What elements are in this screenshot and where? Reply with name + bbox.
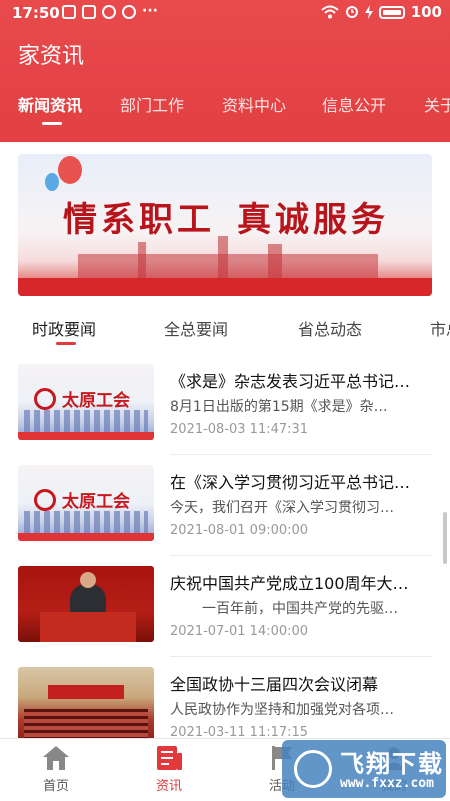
news-title: 庆祝中国共产党成立100周年大…: [170, 574, 409, 593]
banner-carousel[interactable]: 情系职工 真诚服务: [18, 154, 432, 296]
news-divider: [170, 555, 432, 556]
podium-graphic: [40, 612, 136, 642]
news-summary: 人民政协作为坚持和加强党对各项…: [170, 702, 394, 718]
skyline-graphic: [24, 410, 148, 432]
subtab-city-news[interactable]: 市总: [430, 316, 450, 340]
banner-slogan: 情系职工 真诚服务: [63, 192, 389, 241]
news-title: 《求是》杂志发表习近平总书记…: [170, 372, 411, 391]
hall-seats-graphic: [24, 709, 148, 739]
news-summary: 一百年前，中国共产党的先驱…: [202, 601, 398, 617]
hall-banner-graphic: [48, 685, 124, 699]
active-subtab-indicator: [56, 342, 76, 345]
nav-news[interactable]: 资讯: [139, 745, 199, 794]
thumbnail-caption: 太原工会: [62, 492, 130, 512]
thumbnail-caption: 太原工会: [62, 391, 130, 411]
status-time: 17:50: [12, 4, 60, 22]
status-system-icons: 100: [321, 3, 442, 21]
thumbnail-red-band: [18, 533, 154, 541]
site-watermark: 飞翔下载 www.fxxz.com: [282, 740, 446, 798]
nav-home[interactable]: 首页: [26, 745, 86, 794]
news-date: 2021-08-03 11:47:31: [170, 422, 309, 437]
union-logo-icon: [34, 388, 56, 410]
chat-notification-icon: [122, 5, 136, 19]
news-divider: [170, 454, 432, 455]
main-content: 情系职工真诚服务 时政要闻 全总要闻 省总动态 市总 太原工会 《求是》杂志发表…: [0, 142, 450, 743]
wifi-icon: [321, 5, 339, 19]
tab-about[interactable]: 关于: [424, 92, 450, 116]
tab-news[interactable]: 新闻资讯: [18, 92, 82, 116]
app-title: 家资讯: [18, 44, 85, 69]
active-tab-indicator: [42, 122, 62, 125]
mail-notification-icon: [82, 5, 96, 19]
home-icon: [43, 746, 69, 770]
news-date: 2021-07-01 14:00:00: [170, 624, 309, 639]
watermark-url: www.fxxz.com: [340, 776, 434, 791]
nav-label: 资讯: [155, 779, 182, 794]
watermark-title: 飞翔下载: [340, 750, 444, 778]
nav-label: 首页: [42, 779, 69, 794]
news-summary: 今天，我们召开《深入学习贯彻习…: [170, 500, 394, 516]
news-item[interactable]: 太原工会 在《深入学习贯彻习近平总书记… 今天，我们召开《深入学习贯彻习… 20…: [0, 465, 450, 565]
news-item[interactable]: 庆祝中国共产党成立100周年大… 一百年前，中国共产党的先驱… 2021-07-…: [0, 566, 450, 666]
app-header: 17:50 ··· 100 家资讯 新闻资讯 部门工作 资料中心 信息公开 关于: [0, 0, 450, 142]
subtab-provincial-news[interactable]: 省总动态: [298, 316, 362, 340]
news-summary: 8月1日出版的第15期《求是》杂…: [170, 399, 388, 415]
speaker-head-graphic: [80, 572, 96, 588]
news-item[interactable]: 太原工会 《求是》杂志发表习近平总书记… 8月1日出版的第15期《求是》杂… 2…: [0, 364, 450, 464]
tab-department-work[interactable]: 部门工作: [120, 92, 184, 116]
alarm-icon: [345, 6, 358, 18]
news-title: 在《深入学习贯彻习近平总书记…: [170, 473, 411, 492]
shield-notification-icon: [62, 5, 76, 19]
watermark-logo-icon: [294, 750, 332, 788]
top-tab-bar: 新闻资讯 部门工作 资料中心 信息公开 关于: [0, 92, 450, 132]
tab-info-disclosure[interactable]: 信息公开: [322, 92, 386, 116]
status-bar: 17:50 ··· 100: [0, 0, 450, 26]
category-tab-bar: 时政要闻 全总要闻 省总动态 市总: [0, 312, 450, 352]
news-thumbnail: [18, 566, 154, 642]
news-icon: [157, 746, 182, 770]
more-notifications-icon: ···: [142, 3, 158, 19]
banner-slogan-part-2: 真诚服务: [237, 200, 389, 240]
news-divider: [170, 656, 432, 657]
news-date: 2021-08-01 09:00:00: [170, 523, 309, 538]
news-title: 全国政协十三届四次会议闭幕: [170, 675, 379, 694]
charging-icon: [364, 5, 373, 19]
subtab-politics-news[interactable]: 时政要闻: [32, 316, 96, 340]
tab-resource-center[interactable]: 资料中心: [222, 92, 286, 116]
banner-slogan-part-1: 情系职工: [63, 200, 215, 240]
news-thumbnail: 太原工会: [18, 364, 154, 440]
news-thumbnail: [18, 667, 154, 743]
skyline-graphic: [24, 511, 148, 533]
status-notification-icons: ···: [62, 3, 158, 19]
union-logo-icon: [34, 489, 56, 511]
battery-icon: [378, 5, 405, 19]
thumbnail-red-band: [18, 432, 154, 440]
scrollbar-thumb[interactable]: [443, 512, 447, 564]
subtab-acftu-news[interactable]: 全总要闻: [164, 316, 228, 340]
blocked-notification-icon: [102, 5, 116, 19]
news-thumbnail: 太原工会: [18, 465, 154, 541]
battery-level: 100: [410, 3, 442, 21]
